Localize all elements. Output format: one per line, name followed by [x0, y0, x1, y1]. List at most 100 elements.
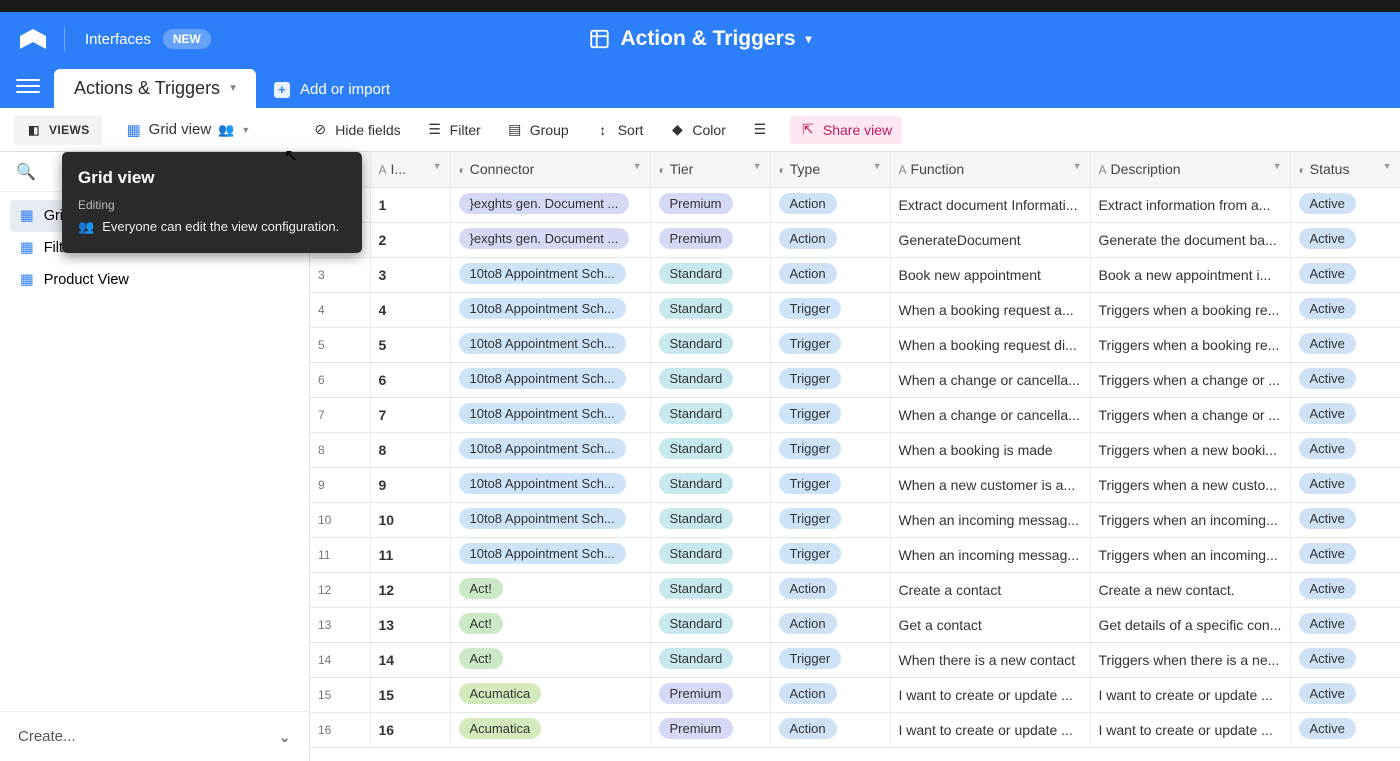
cell-connector[interactable]: 10to8 Appointment Sch... [450, 327, 650, 362]
share-view-button[interactable]: ⇱Share view [790, 116, 902, 144]
color-button[interactable]: ◆Color [659, 116, 735, 144]
cell-type[interactable]: Trigger [770, 292, 890, 327]
table-row[interactable]: 6610to8 Appointment Sch...StandardTrigge… [310, 362, 1400, 397]
sidebar-item-product-view[interactable]: ▦Product View [10, 264, 299, 296]
cell-tier[interactable]: Premium [650, 677, 770, 712]
cell-id[interactable]: 1 [370, 187, 450, 222]
cell-rownum[interactable]: 5 [310, 327, 370, 362]
cell-tier[interactable]: Premium [650, 222, 770, 257]
cell-type[interactable]: Action [770, 712, 890, 747]
cell-rownum[interactable]: 6 [310, 362, 370, 397]
sort-button[interactable]: ↕Sort [585, 116, 654, 144]
cell-type[interactable]: Action [770, 222, 890, 257]
table-row[interactable]: 4410to8 Appointment Sch...StandardTrigge… [310, 292, 1400, 327]
cell-tier[interactable]: Standard [650, 537, 770, 572]
cell-tier[interactable]: Standard [650, 467, 770, 502]
cell-type[interactable]: Trigger [770, 432, 890, 467]
cell-rownum[interactable]: 3 [310, 257, 370, 292]
cell-id[interactable]: 9 [370, 467, 450, 502]
header-status[interactable]: ◐Status▼ [1290, 152, 1400, 187]
header-id[interactable]: AI...▼ [370, 152, 450, 187]
cell-status[interactable]: Active [1290, 327, 1400, 362]
filter-button[interactable]: ☰Filter [417, 116, 491, 144]
cell-description[interactable]: Triggers when a booking re... [1090, 292, 1290, 327]
table-row[interactable]: 101010to8 Appointment Sch...StandardTrig… [310, 502, 1400, 537]
interfaces-link[interactable]: Interfaces [85, 31, 151, 48]
cell-description[interactable]: Create a new contact. [1090, 572, 1290, 607]
cell-function[interactable]: Get a contact [890, 607, 1090, 642]
cell-status[interactable]: Active [1290, 397, 1400, 432]
cell-tier[interactable]: Standard [650, 362, 770, 397]
table-row[interactable]: 1616AcumaticaPremiumActionI want to crea… [310, 712, 1400, 747]
cell-type[interactable]: Trigger [770, 537, 890, 572]
cell-function[interactable]: When a booking request di... [890, 327, 1090, 362]
cell-id[interactable]: 3 [370, 257, 450, 292]
header-connector[interactable]: ◐Connector▼ [450, 152, 650, 187]
cell-connector[interactable]: 10to8 Appointment Sch... [450, 502, 650, 537]
cell-description[interactable]: I want to create or update ... [1090, 677, 1290, 712]
cell-rownum[interactable]: 7 [310, 397, 370, 432]
cell-rownum[interactable]: 13 [310, 607, 370, 642]
cell-id[interactable]: 14 [370, 642, 450, 677]
airtable-logo-icon[interactable] [20, 29, 46, 49]
cell-connector[interactable]: Act! [450, 607, 650, 642]
cell-description[interactable]: Triggers when an incoming... [1090, 537, 1290, 572]
cell-function[interactable]: GenerateDocument [890, 222, 1090, 257]
data-grid[interactable]: AI...▼ ◐Connector▼ ◐Tier▼ ◐Type▼ AFuncti… [310, 152, 1400, 761]
cell-id[interactable]: 16 [370, 712, 450, 747]
cell-status[interactable]: Active [1290, 677, 1400, 712]
cell-id[interactable]: 15 [370, 677, 450, 712]
cell-status[interactable]: Active [1290, 362, 1400, 397]
cell-type[interactable]: Trigger [770, 502, 890, 537]
cell-description[interactable]: Triggers when an incoming... [1090, 502, 1290, 537]
cell-type[interactable]: Trigger [770, 642, 890, 677]
group-button[interactable]: ▤Group [497, 116, 579, 144]
add-table-button[interactable]: + Add or import [256, 81, 408, 98]
table-row[interactable]: 1515AcumaticaPremiumActionI want to crea… [310, 677, 1400, 712]
cell-rownum[interactable]: 14 [310, 642, 370, 677]
cell-description[interactable]: Triggers when a change or ... [1090, 397, 1290, 432]
cell-status[interactable]: Active [1290, 537, 1400, 572]
cell-description[interactable]: Book a new appointment i... [1090, 257, 1290, 292]
table-row[interactable]: 111110to8 Appointment Sch...StandardTrig… [310, 537, 1400, 572]
cell-connector[interactable]: }exghts gen. Document ... [450, 222, 650, 257]
cell-tier[interactable]: Standard [650, 502, 770, 537]
cell-rownum[interactable]: 16 [310, 712, 370, 747]
cell-tier[interactable]: Standard [650, 642, 770, 677]
cell-status[interactable]: Active [1290, 607, 1400, 642]
cell-status[interactable]: Active [1290, 222, 1400, 257]
cell-tier[interactable]: Standard [650, 432, 770, 467]
cell-function[interactable]: When a new customer is a... [890, 467, 1090, 502]
cell-tier[interactable]: Premium [650, 187, 770, 222]
table-row[interactable]: 22}exghts gen. Document ...PremiumAction… [310, 222, 1400, 257]
cell-id[interactable]: 7 [370, 397, 450, 432]
cell-connector[interactable]: 10to8 Appointment Sch... [450, 432, 650, 467]
cell-type[interactable]: Action [770, 572, 890, 607]
cell-connector[interactable]: 10to8 Appointment Sch... [450, 467, 650, 502]
cell-tier[interactable]: Standard [650, 292, 770, 327]
cell-type[interactable]: Trigger [770, 327, 890, 362]
table-row[interactable]: 1414Act!StandardTriggerWhen there is a n… [310, 642, 1400, 677]
table-row[interactable]: 1313Act!StandardActionGet a contactGet d… [310, 607, 1400, 642]
views-button[interactable]: ◧ VIEWS [14, 115, 102, 145]
cell-status[interactable]: Active [1290, 292, 1400, 327]
cell-rownum[interactable]: 15 [310, 677, 370, 712]
cell-function[interactable]: Book new appointment [890, 257, 1090, 292]
cell-connector[interactable]: Acumatica [450, 677, 650, 712]
cell-description[interactable]: Triggers when a new custo... [1090, 467, 1290, 502]
cell-function[interactable]: When a booking is made [890, 432, 1090, 467]
cell-function[interactable]: I want to create or update ... [890, 712, 1090, 747]
table-row[interactable]: 1212Act!StandardActionCreate a contactCr… [310, 572, 1400, 607]
create-view-button[interactable]: Create... ⌄ [0, 711, 309, 761]
cell-rownum[interactable]: 4 [310, 292, 370, 327]
cell-connector[interactable]: 10to8 Appointment Sch... [450, 292, 650, 327]
cell-connector[interactable]: Act! [450, 642, 650, 677]
cell-rownum[interactable]: 12 [310, 572, 370, 607]
cell-rownum[interactable]: 11 [310, 537, 370, 572]
hide-fields-button[interactable]: ⊘Hide fields [302, 116, 410, 144]
header-type[interactable]: ◐Type▼ [770, 152, 890, 187]
cell-type[interactable]: Action [770, 187, 890, 222]
table-row[interactable]: 7710to8 Appointment Sch...StandardTrigge… [310, 397, 1400, 432]
current-view-button[interactable]: ▦ Grid view 👥 ▼ [116, 115, 261, 144]
cell-connector[interactable]: 10to8 Appointment Sch... [450, 397, 650, 432]
